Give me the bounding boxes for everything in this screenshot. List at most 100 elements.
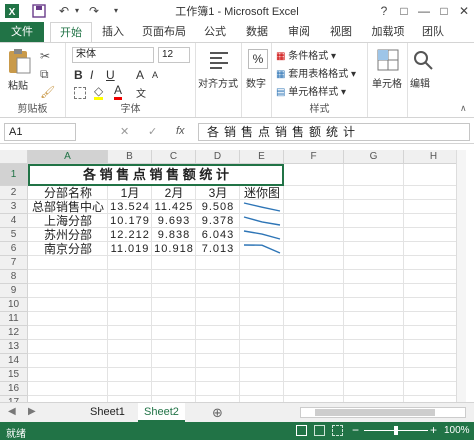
sparkline-chart[interactable] xyxy=(240,214,284,228)
border-icon[interactable] xyxy=(74,87,86,99)
branch-name-cell[interactable]: 总部销售中心 xyxy=(28,200,108,214)
sales-value-cell[interactable]: 9.378 xyxy=(196,214,240,228)
close-icon[interactable]: ✕ xyxy=(456,2,472,20)
sales-value-cell[interactable]: 11.019 xyxy=(108,242,152,256)
add-sheet-icon[interactable]: ⊕ xyxy=(212,405,223,421)
format-painter-icon[interactable]: 🖌 xyxy=(40,85,55,99)
cell-styles-button[interactable]: ▤ 单元格样式 ▾ xyxy=(276,83,346,98)
row-header-16[interactable]: 16 xyxy=(0,382,28,396)
row-header-1[interactable]: 1 xyxy=(0,164,28,186)
tab-home[interactable]: 开始 xyxy=(50,22,92,42)
tab-page-layout[interactable]: 页面布局 xyxy=(136,22,192,42)
fx-icon[interactable]: fx xyxy=(176,125,185,137)
conditional-format-button[interactable]: ▦ 条件格式 ▾ xyxy=(276,47,336,62)
cells-group[interactable]: 单元格 xyxy=(368,43,408,117)
tab-view[interactable]: 视图 xyxy=(324,22,358,42)
row-header-15[interactable]: 15 xyxy=(0,368,28,382)
formula-input[interactable]: 各销售点销售额统计 xyxy=(198,123,470,141)
normal-view-icon[interactable] xyxy=(296,425,307,436)
page-break-view-icon[interactable] xyxy=(332,425,343,436)
help-icon[interactable]: ? xyxy=(376,2,392,20)
sales-value-cell[interactable]: 7.013 xyxy=(196,242,240,256)
sheet-tab-sheet2[interactable]: Sheet2 xyxy=(138,403,185,422)
column-header-g[interactable]: G xyxy=(344,150,404,164)
row-header-8[interactable]: 8 xyxy=(0,270,28,284)
zoom-slider-thumb[interactable] xyxy=(394,426,398,435)
paste-button[interactable]: 粘贴 xyxy=(6,47,32,92)
row-header-12[interactable]: 12 xyxy=(0,326,28,340)
row-header-11[interactable]: 11 xyxy=(0,312,28,326)
zoom-slider[interactable] xyxy=(364,426,428,435)
tab-review[interactable]: 审阅 xyxy=(282,22,316,42)
sheet-prev-icon[interactable]: ◀ xyxy=(8,406,16,417)
maximize-icon[interactable]: □ xyxy=(436,2,452,20)
horizontal-scroll-thumb[interactable] xyxy=(315,409,435,416)
tab-data[interactable]: 数据 xyxy=(240,22,274,42)
header-cell[interactable]: 1月 xyxy=(108,186,152,200)
sales-value-cell[interactable]: 13.524 xyxy=(108,200,152,214)
header-cell[interactable]: 2月 xyxy=(152,186,196,200)
alignment-group[interactable]: 对齐方式 xyxy=(196,43,242,117)
row-header-2[interactable]: 2 xyxy=(0,186,28,200)
sparkline-chart[interactable] xyxy=(240,200,284,214)
tab-insert[interactable]: 插入 xyxy=(96,22,130,42)
zoom-in-icon[interactable]: + xyxy=(430,423,437,437)
row-header-4[interactable]: 4 xyxy=(0,214,28,228)
sales-value-cell[interactable]: 10.179 xyxy=(108,214,152,228)
ribbon-display-icon[interactable]: □ xyxy=(396,2,412,20)
select-all-corner[interactable] xyxy=(0,150,28,164)
branch-name-cell[interactable]: 上海分部 xyxy=(28,214,108,228)
column-header-a[interactable]: A xyxy=(28,150,108,164)
cut-icon[interactable]: ✂ xyxy=(40,49,50,63)
italic-button[interactable]: I xyxy=(90,68,93,82)
row-header-5[interactable]: 5 xyxy=(0,228,28,242)
sales-value-cell[interactable]: 12.212 xyxy=(108,228,152,242)
row-header-7[interactable]: 7 xyxy=(0,256,28,270)
shrink-font-button[interactable]: A xyxy=(152,70,158,80)
row-header-6[interactable]: 6 xyxy=(0,242,28,256)
branch-name-cell[interactable]: 南京分部 xyxy=(28,242,108,256)
worksheet-grid[interactable]: ABCDEFGH1234567891011121314151617各 销 售 点… xyxy=(0,150,466,402)
header-cell[interactable]: 3月 xyxy=(196,186,240,200)
page-layout-view-icon[interactable] xyxy=(314,425,325,436)
font-name-select[interactable]: 宋体 xyxy=(72,47,154,63)
sparkline-chart[interactable] xyxy=(240,228,284,242)
row-header-10[interactable]: 10 xyxy=(0,298,28,312)
vertical-scrollbar[interactable] xyxy=(456,150,466,402)
tab-addins[interactable]: 加载项 xyxy=(366,22,410,42)
sales-value-cell[interactable]: 10.918 xyxy=(152,242,196,256)
sales-value-cell[interactable]: 6.043 xyxy=(196,228,240,242)
horizontal-scrollbar[interactable] xyxy=(300,407,466,418)
font-color-button[interactable]: A xyxy=(114,84,123,100)
row-header-13[interactable]: 13 xyxy=(0,340,28,354)
sales-value-cell[interactable]: 9.838 xyxy=(152,228,196,242)
cancel-icon[interactable]: ✕ xyxy=(120,125,129,138)
column-header-f[interactable]: F xyxy=(284,150,344,164)
column-header-h[interactable]: H xyxy=(404,150,464,164)
tab-team[interactable]: 团队 xyxy=(416,22,450,42)
tab-formulas[interactable]: 公式 xyxy=(198,22,232,42)
zoom-level[interactable]: 100% xyxy=(444,425,470,436)
sheet-next-icon[interactable]: ▶ xyxy=(28,406,36,417)
editing-group[interactable]: 编辑 xyxy=(408,43,438,117)
sheet-tab-sheet1[interactable]: Sheet1 xyxy=(84,403,131,422)
underline-button[interactable]: U xyxy=(106,68,115,82)
font-size-select[interactable]: 12 xyxy=(158,47,190,63)
sales-value-cell[interactable]: 9.693 xyxy=(152,214,196,228)
column-header-d[interactable]: D xyxy=(196,150,240,164)
row-header-3[interactable]: 3 xyxy=(0,200,28,214)
column-header-e[interactable]: E xyxy=(240,150,284,164)
column-header-c[interactable]: C xyxy=(152,150,196,164)
column-header-b[interactable]: B xyxy=(108,150,152,164)
header-cell[interactable]: 分部名称 xyxy=(28,186,108,200)
fill-color-icon[interactable]: ◇ xyxy=(94,85,104,100)
enter-icon[interactable]: ✓ xyxy=(148,125,157,138)
sales-value-cell[interactable]: 11.425 xyxy=(152,200,196,214)
sparkline-chart[interactable] xyxy=(240,242,284,256)
number-group[interactable]: % 数字 xyxy=(242,43,272,117)
copy-icon[interactable]: ⧉ xyxy=(40,67,49,82)
header-cell[interactable]: 迷你图 xyxy=(240,186,284,200)
format-as-table-button[interactable]: ▦ 套用表格格式 ▾ xyxy=(276,65,356,80)
minimize-icon[interactable]: — xyxy=(416,2,432,20)
sales-value-cell[interactable]: 9.508 xyxy=(196,200,240,214)
